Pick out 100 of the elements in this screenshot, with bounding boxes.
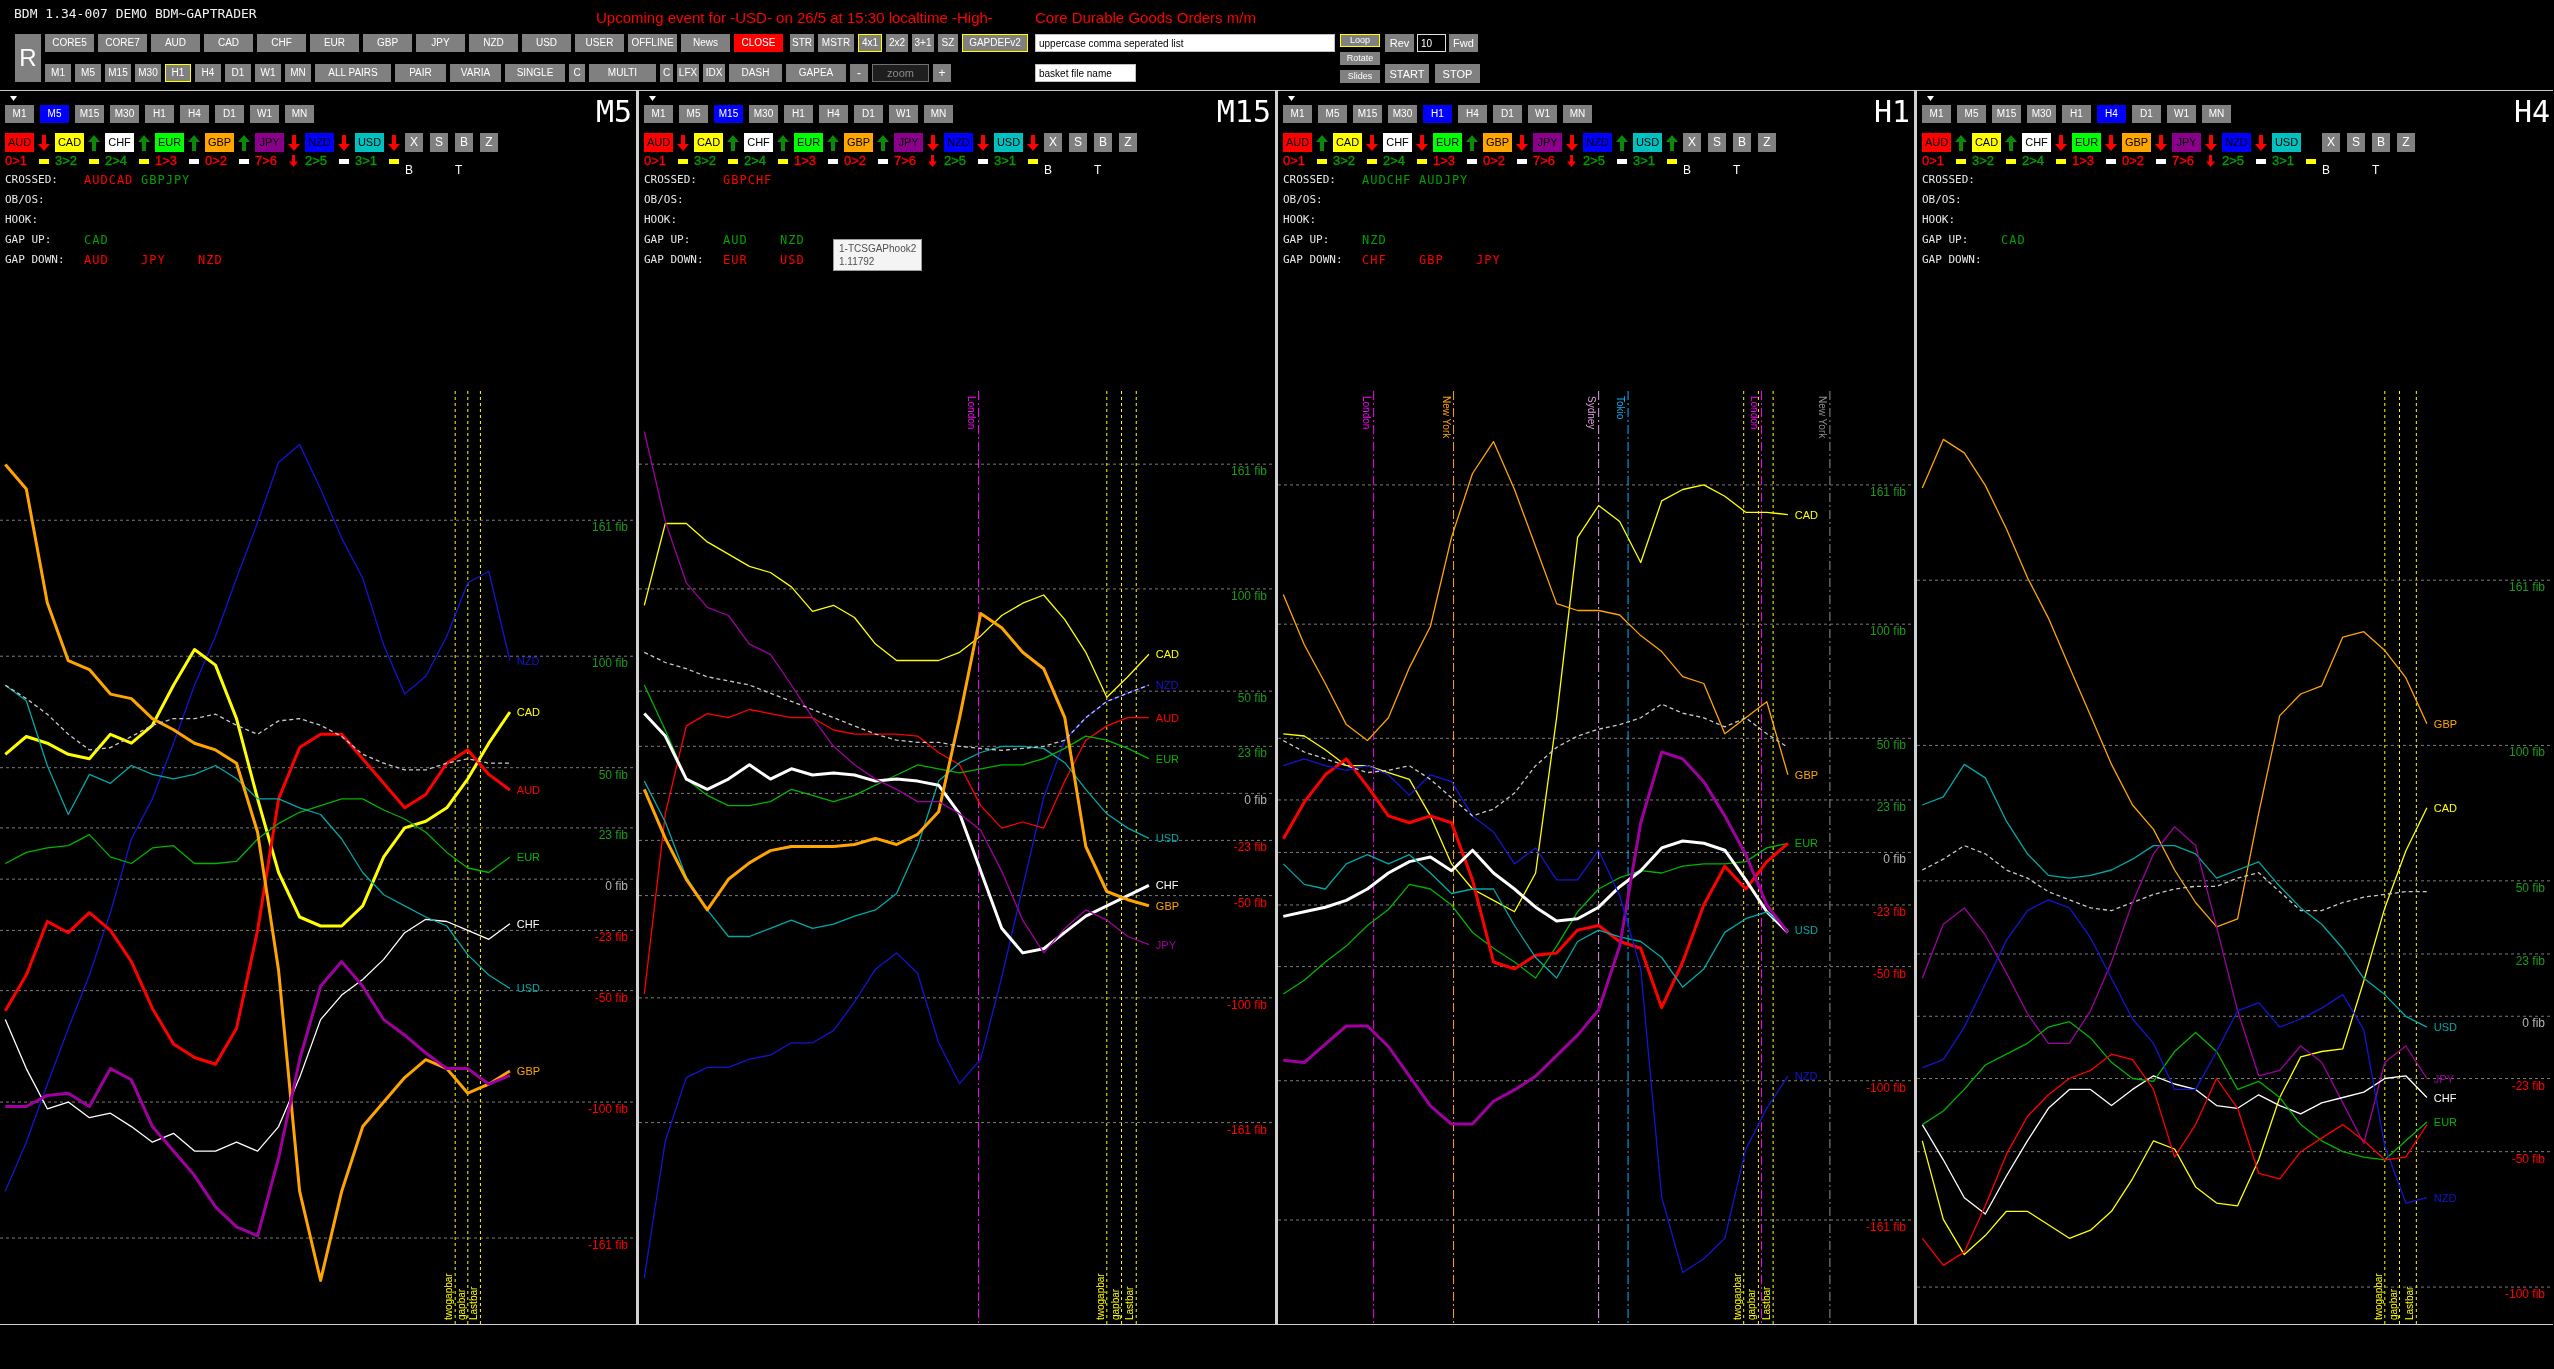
toolbar-button[interactable]: 4x1: [858, 34, 882, 52]
fwd-button[interactable]: Fwd: [1449, 34, 1478, 52]
toolbar-button[interactable]: STR: [790, 34, 814, 52]
tool-button[interactable]: B: [1094, 133, 1112, 152]
toolbar-button[interactable]: NZD: [469, 34, 518, 52]
currency-button[interactable]: AUD: [1283, 133, 1312, 152]
timeframe-tab[interactable]: M30: [1388, 105, 1417, 123]
toolbar-button[interactable]: USER: [575, 34, 624, 52]
timeframe-tab[interactable]: M5: [1957, 105, 1986, 123]
currency-button[interactable]: EUR: [794, 133, 823, 152]
timeframe-tab[interactable]: M15: [1353, 105, 1382, 123]
toolbar-button[interactable]: M5: [75, 64, 101, 82]
toolbar-button[interactable]: GAPDEFv2: [962, 34, 1028, 52]
toolbar-button[interactable]: DASH: [729, 64, 782, 82]
toolbar-button[interactable]: MSTR: [818, 34, 854, 52]
currency-button[interactable]: CAD: [694, 133, 723, 152]
currency-button[interactable]: GBP: [2122, 133, 2151, 152]
toolbar-button[interactable]: CORE7: [98, 34, 147, 52]
tool-button[interactable]: B: [1733, 133, 1751, 152]
timeframe-tab[interactable]: M15: [1992, 105, 2021, 123]
currency-button[interactable]: NZD: [944, 133, 973, 152]
currency-button[interactable]: CHF: [1383, 133, 1412, 152]
triangle-icon[interactable]: [1927, 96, 1934, 101]
toolbar-button[interactable]: C: [569, 64, 585, 82]
slideshow-button[interactable]: Rotate: [1340, 52, 1380, 65]
timeframe-tab[interactable]: M5: [40, 105, 69, 123]
toolbar-button[interactable]: GAPEA: [786, 64, 846, 82]
toolbar-button[interactable]: JPY: [416, 34, 465, 52]
toolbar-button[interactable]: W1: [255, 64, 281, 82]
currency-button[interactable]: AUD: [1922, 133, 1951, 152]
timeframe-tab[interactable]: M5: [1318, 105, 1347, 123]
timeframe-tab[interactable]: H1: [2062, 105, 2091, 123]
start-button[interactable]: START: [1385, 64, 1429, 83]
currency-button[interactable]: JPY: [255, 133, 284, 152]
timeframe-tab[interactable]: MN: [285, 105, 314, 123]
timeframe-tab[interactable]: M1: [5, 105, 34, 123]
currency-button[interactable]: EUR: [2072, 133, 2101, 152]
currency-button[interactable]: USD: [994, 133, 1023, 152]
stop-button[interactable]: STOP: [1435, 64, 1480, 83]
timeframe-tab[interactable]: H1: [784, 105, 813, 123]
timeframe-tab[interactable]: MN: [924, 105, 953, 123]
tool-button[interactable]: S: [1069, 133, 1087, 152]
toolbar-button[interactable]: IDX: [703, 64, 725, 82]
toolbar-button[interactable]: OFFLINE: [628, 34, 677, 52]
basket-file-field[interactable]: basket file name: [1035, 64, 1136, 82]
tool-button[interactable]: Z: [2397, 133, 2415, 152]
currency-button[interactable]: USD: [2272, 133, 2301, 152]
currency-button[interactable]: JPY: [894, 133, 923, 152]
timeframe-tab[interactable]: M30: [110, 105, 139, 123]
currency-button[interactable]: NZD: [305, 133, 334, 152]
triangle-icon[interactable]: [649, 96, 656, 101]
timeframe-tab[interactable]: D1: [215, 105, 244, 123]
tool-button[interactable]: X: [405, 133, 423, 152]
timeframe-tab[interactable]: M15: [714, 105, 743, 123]
currency-button[interactable]: AUD: [644, 133, 673, 152]
toolbar-button[interactable]: LFX: [677, 64, 699, 82]
slideshow-button[interactable]: Slides: [1340, 70, 1380, 83]
toolbar-button[interactable]: AUD: [151, 34, 200, 52]
currency-button[interactable]: EUR: [155, 133, 184, 152]
tool-button[interactable]: X: [2322, 133, 2340, 152]
toolbar-button[interactable]: M30: [135, 64, 161, 82]
timeframe-tab[interactable]: D1: [1493, 105, 1522, 123]
toolbar-button[interactable]: CLOSE: [734, 34, 783, 52]
tool-button[interactable]: S: [1708, 133, 1726, 152]
toolbar-button[interactable]: News: [681, 34, 730, 52]
tool-button[interactable]: B: [2372, 133, 2390, 152]
currency-button[interactable]: AUD: [5, 133, 34, 152]
rev-button[interactable]: Rev: [1385, 34, 1414, 52]
toolbar-button[interactable]: USD: [522, 34, 571, 52]
toolbar-button[interactable]: ALL PAIRS: [315, 64, 391, 82]
timeframe-tab[interactable]: MN: [2202, 105, 2231, 123]
tool-button[interactable]: S: [430, 133, 448, 152]
toolbar-button[interactable]: H4: [195, 64, 221, 82]
currency-button[interactable]: CAD: [55, 133, 84, 152]
tool-button[interactable]: X: [1044, 133, 1062, 152]
toolbar-button[interactable]: M15: [105, 64, 131, 82]
step-field[interactable]: 10: [1417, 34, 1446, 52]
toolbar-button[interactable]: SINGLE: [505, 64, 565, 82]
toolbar-button[interactable]: D1: [225, 64, 251, 82]
timeframe-tab[interactable]: MN: [1563, 105, 1592, 123]
timeframe-tab[interactable]: H4: [2097, 105, 2126, 123]
currency-button[interactable]: GBP: [844, 133, 873, 152]
toolbar-button[interactable]: PAIR: [395, 64, 446, 82]
triangle-icon[interactable]: [10, 96, 17, 101]
timeframe-tab[interactable]: W1: [2167, 105, 2196, 123]
currency-button[interactable]: CHF: [2022, 133, 2051, 152]
timeframe-tab[interactable]: H4: [1458, 105, 1487, 123]
currency-button[interactable]: USD: [1633, 133, 1662, 152]
timeframe-tab[interactable]: D1: [854, 105, 883, 123]
timeframe-tab[interactable]: M30: [749, 105, 778, 123]
tool-button[interactable]: Z: [1758, 133, 1776, 152]
toolbar-button[interactable]: CHF: [257, 34, 306, 52]
currency-button[interactable]: NZD: [1583, 133, 1612, 152]
timeframe-tab[interactable]: W1: [250, 105, 279, 123]
currency-button[interactable]: JPY: [2172, 133, 2201, 152]
currency-button[interactable]: USD: [355, 133, 384, 152]
timeframe-tab[interactable]: H1: [1423, 105, 1452, 123]
toolbar-button[interactable]: VARIA: [450, 64, 501, 82]
zoom-out-button[interactable]: -: [850, 64, 868, 82]
zoom-in-button[interactable]: +: [933, 64, 951, 82]
